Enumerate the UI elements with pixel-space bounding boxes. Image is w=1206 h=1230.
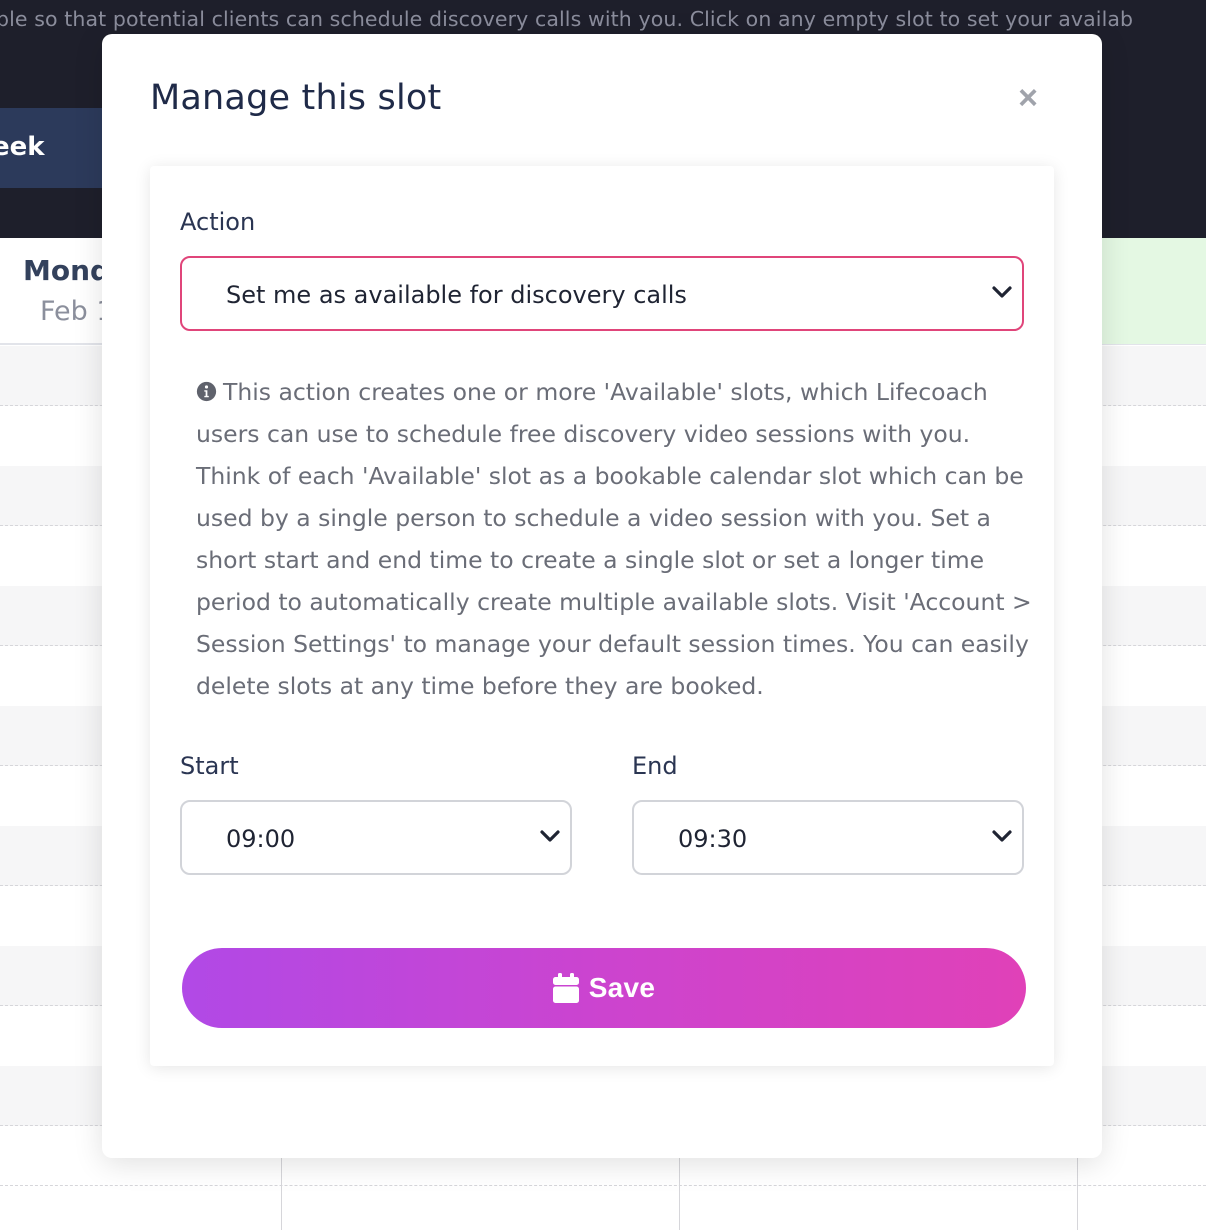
chevron-down-icon xyxy=(992,286,1012,298)
calendar-icon xyxy=(552,973,579,1003)
action-description-text: This action creates one or more 'Availab… xyxy=(196,378,1032,700)
end-label: End xyxy=(632,752,678,780)
intro-text: ble so that potential clients can schedu… xyxy=(0,7,1134,31)
column-divider xyxy=(1077,1156,1078,1230)
save-label: Save xyxy=(588,972,656,1003)
start-time-select[interactable]: 09:00 xyxy=(180,800,572,875)
chevron-down-icon xyxy=(540,830,560,842)
end-time-value: 09:30 xyxy=(678,825,748,853)
action-description: This action creates one or more 'Availab… xyxy=(196,371,1032,707)
row-divider xyxy=(0,1185,1206,1186)
column-divider xyxy=(281,1156,282,1230)
start-time-value: 09:00 xyxy=(226,825,296,853)
action-label: Action xyxy=(180,208,256,236)
day-name: Mond xyxy=(23,254,111,287)
start-label: Start xyxy=(180,752,239,780)
action-select[interactable]: Set me as available for discovery calls xyxy=(180,256,1024,331)
modal-title: Manage this slot xyxy=(150,78,442,118)
chevron-down-icon xyxy=(992,830,1012,842)
end-time-select[interactable]: 09:30 xyxy=(632,800,1024,875)
close-button[interactable]: × xyxy=(1012,78,1044,118)
close-icon: × xyxy=(1018,78,1038,117)
manage-slot-modal: Manage this slot × Action Set me as avai… xyxy=(102,34,1102,1158)
action-select-value: Set me as available for discovery calls xyxy=(226,281,687,309)
slot-form-card: Action Set me as available for discovery… xyxy=(150,166,1054,1066)
week-view-label: eek xyxy=(0,132,45,162)
column-divider xyxy=(679,1156,680,1230)
save-button[interactable]: Save xyxy=(182,948,1026,1028)
week-view-button[interactable]: eek xyxy=(0,108,104,188)
info-icon xyxy=(196,381,217,402)
